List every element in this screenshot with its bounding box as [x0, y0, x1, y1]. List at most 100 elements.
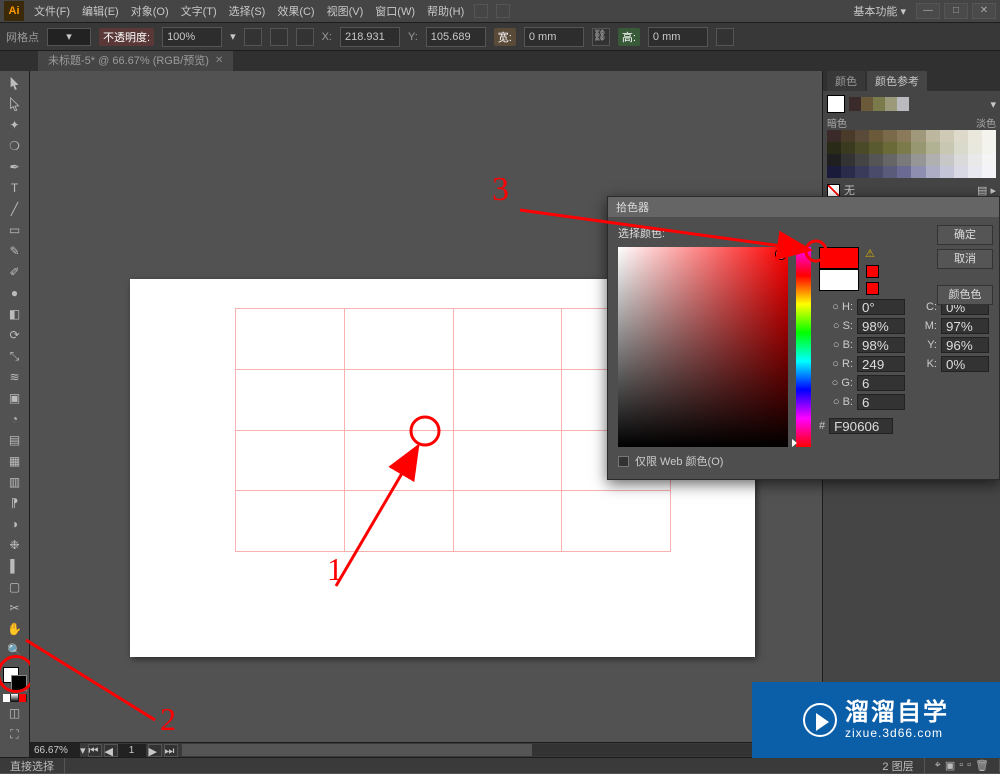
- scale-tool-icon[interactable]: ⤡: [3, 346, 27, 366]
- zoom-input[interactable]: 66.67%: [30, 743, 80, 758]
- r-input[interactable]: [857, 356, 905, 372]
- x-input[interactable]: 218.931: [340, 27, 400, 47]
- mesh-grid[interactable]: [235, 308, 671, 552]
- menu-effect[interactable]: 效果(C): [271, 3, 320, 19]
- perspective-tool-icon[interactable]: ▤: [3, 430, 27, 450]
- tab-color[interactable]: 颜色: [827, 71, 865, 91]
- prev-artboard-icon[interactable]: ◀: [104, 744, 118, 757]
- layout-split-icon[interactable]: [496, 4, 510, 18]
- document-tab[interactable]: 未标题-5* @ 66.67% (RGB/预览) ✕: [38, 51, 233, 71]
- m-input[interactable]: [941, 318, 989, 334]
- saturation-value-box[interactable]: [618, 247, 788, 447]
- tab-close-icon[interactable]: ✕: [215, 51, 223, 71]
- layout-stack-icon[interactable]: [474, 4, 488, 18]
- align-icon[interactable]: [716, 28, 734, 46]
- tint-shade-table[interactable]: [827, 130, 996, 178]
- menu-help[interactable]: 帮助(H): [421, 3, 470, 19]
- menu-view[interactable]: 视图(V): [321, 3, 370, 19]
- base-swatch[interactable]: [827, 95, 845, 113]
- delete-layer-icon[interactable]: 🗑: [975, 759, 989, 772]
- locate-layer-icon[interactable]: ⌖: [935, 759, 941, 772]
- style-btn[interactable]: [244, 28, 262, 46]
- menu-type[interactable]: 文字(T): [175, 3, 223, 19]
- hue-slider[interactable]: [796, 247, 811, 447]
- sv-cursor[interactable]: [776, 249, 786, 259]
- rectangle-tool-icon[interactable]: ▭: [3, 220, 27, 240]
- g-input[interactable]: [857, 375, 905, 391]
- symbol-sprayer-tool-icon[interactable]: ❉: [3, 535, 27, 555]
- h-input[interactable]: [857, 299, 905, 315]
- y-input[interactable]: [941, 337, 989, 353]
- width-tool-icon[interactable]: ≋: [3, 367, 27, 387]
- menu-select[interactable]: 选择(S): [223, 3, 272, 19]
- harmony-swatches[interactable]: [849, 97, 909, 111]
- make-clip-icon[interactable]: ▣: [945, 759, 955, 772]
- gradient-tool-icon[interactable]: ▥: [3, 472, 27, 492]
- new-sublayer-icon[interactable]: ▫: [959, 759, 963, 772]
- hand-tool-icon[interactable]: ✋: [3, 619, 27, 639]
- magic-wand-tool-icon[interactable]: ✦: [3, 115, 27, 135]
- pencil-tool-icon[interactable]: ✐: [3, 262, 27, 282]
- fill-stroke-swatch[interactable]: [3, 667, 27, 691]
- gamut-warning-icon[interactable]: ⚠: [865, 247, 879, 261]
- window-minimize[interactable]: —: [916, 3, 940, 19]
- draw-mode-icon[interactable]: ◫: [3, 703, 27, 723]
- last-artboard-icon[interactable]: ⏭: [164, 744, 178, 757]
- free-transform-tool-icon[interactable]: ▣: [3, 388, 27, 408]
- tab-color-guide[interactable]: 颜色参考: [867, 71, 927, 91]
- none-swatch-icon[interactable]: [827, 184, 840, 197]
- opacity-input[interactable]: 100%: [162, 27, 222, 47]
- new-layer-icon[interactable]: ▫: [967, 759, 971, 772]
- panel-opts-icon[interactable]: ▤ ▸: [977, 184, 996, 197]
- hex-input[interactable]: [829, 418, 893, 434]
- ok-button[interactable]: 确定: [937, 225, 993, 245]
- y-input[interactable]: 105.689: [426, 27, 486, 47]
- width-input[interactable]: 0 mm: [524, 27, 584, 47]
- shape-builder-tool-icon[interactable]: ◔: [3, 409, 27, 429]
- first-artboard-icon[interactable]: ⏮: [88, 744, 102, 757]
- lasso-tool-icon[interactable]: ❍: [3, 136, 27, 156]
- brush-tool-icon[interactable]: ✎: [3, 241, 27, 261]
- type-tool-icon[interactable]: T: [3, 178, 27, 198]
- harmony-menu-icon[interactable]: ▾: [990, 98, 996, 111]
- zoom-tool-icon[interactable]: 🔍: [3, 640, 27, 660]
- window-maximize[interactable]: □: [944, 3, 968, 19]
- menu-file[interactable]: 文件(F): [28, 3, 76, 19]
- b2-input[interactable]: [857, 394, 905, 410]
- menu-window[interactable]: 窗口(W): [369, 3, 421, 19]
- line-tool-icon[interactable]: ╱: [3, 199, 27, 219]
- menu-edit[interactable]: 编辑(E): [76, 3, 125, 19]
- eraser-tool-icon[interactable]: ◧: [3, 304, 27, 324]
- k-input[interactable]: [941, 356, 989, 372]
- h-scrollbar[interactable]: [182, 744, 818, 756]
- link-wh-icon[interactable]: ⛓: [592, 28, 610, 46]
- picker-title[interactable]: 拾色器: [608, 197, 999, 217]
- gamut-swatch[interactable]: [866, 265, 879, 278]
- anchor-remove-icon[interactable]: [296, 28, 314, 46]
- mesh-tool-icon[interactable]: ▦: [3, 451, 27, 471]
- height-input[interactable]: 0 mm: [648, 27, 708, 47]
- eyedropper-tool-icon[interactable]: ⁋: [3, 493, 27, 513]
- b-input[interactable]: [857, 337, 905, 353]
- next-artboard-icon[interactable]: ▶: [148, 744, 162, 757]
- selection-tool-icon[interactable]: [3, 73, 27, 93]
- anchor-convert-icon[interactable]: [270, 28, 288, 46]
- menu-object[interactable]: 对象(O): [125, 3, 175, 19]
- column-graph-tool-icon[interactable]: ▌: [3, 556, 27, 576]
- websafe-swatch[interactable]: [866, 282, 879, 295]
- artboard-number[interactable]: 1: [118, 744, 146, 757]
- rotate-tool-icon[interactable]: ⟳: [3, 325, 27, 345]
- swatches-button[interactable]: 颜色色: [937, 285, 993, 305]
- slice-tool-icon[interactable]: ✂: [3, 598, 27, 618]
- color-mode-buttons[interactable]: [3, 694, 27, 702]
- s-input[interactable]: [857, 318, 905, 334]
- pen-tool-icon[interactable]: ✒: [3, 157, 27, 177]
- cancel-button[interactable]: 取消: [937, 249, 993, 269]
- blend-tool-icon[interactable]: ◑: [3, 514, 27, 534]
- blob-brush-tool-icon[interactable]: ●: [3, 283, 27, 303]
- artboard-tool-icon[interactable]: ▢: [3, 577, 27, 597]
- dropdown-icon[interactable]: ▾: [47, 28, 91, 46]
- direct-selection-tool-icon[interactable]: [3, 94, 27, 114]
- screen-mode-icon[interactable]: ⛶: [3, 724, 27, 744]
- hue-pointer-icon[interactable]: [792, 439, 797, 447]
